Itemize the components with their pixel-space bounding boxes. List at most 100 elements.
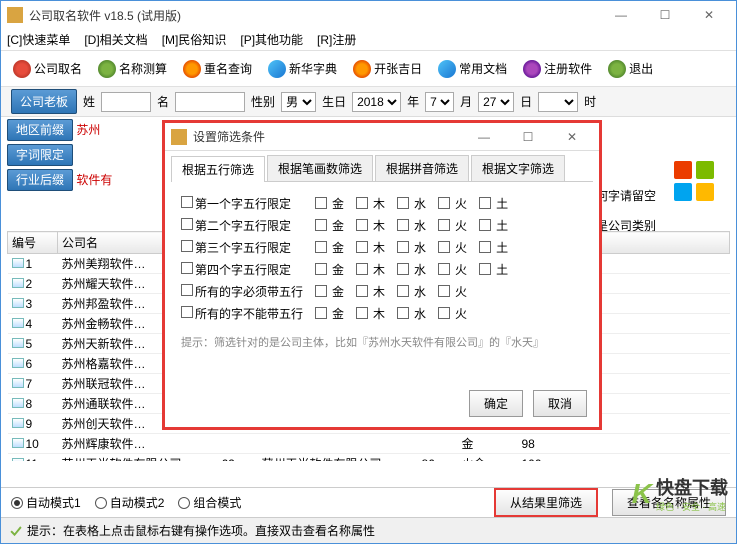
prefix-value: 苏州 [76,123,100,137]
refresh-icon [183,60,201,78]
toolbar: 公司取名 名称测算 重名查询 新华字典 开张吉日 常用文档 注册软件 退出 [1,51,736,87]
sex-select[interactable]: 男 [281,92,316,112]
elem-checkbox[interactable]: 木 [356,195,385,212]
flag-icon [268,60,286,78]
tab-wuxing[interactable]: 根据五行筛选 [171,156,265,182]
elem-checkbox[interactable]: 木 [356,239,385,256]
year-select[interactable]: 2018 [352,92,401,112]
main-titlebar: 公司取名软件 v18.5 (试用版) — ☐ ✕ [1,1,736,29]
elem-checkbox[interactable]: 土 [479,239,508,256]
dlg-close-button[interactable]: ✕ [551,126,593,148]
filter-checkbox[interactable]: 第四个字五行限定 [181,261,311,278]
elem-checkbox[interactable]: 金 [315,305,344,322]
suffix-button[interactable]: 行业后缀 [7,169,73,191]
dlg-ok-button[interactable]: 确定 [469,390,523,417]
table-row[interactable]: 11苏州天尚软件有限公司62蘇州天尚軟件有限公司86火金100 [8,454,730,462]
pen-icon [523,60,541,78]
menubar: [C]快速菜单 [D]相关文档 [M]民俗知识 [P]其他功能 [R]注册 [1,29,736,51]
day-select[interactable]: 27 [478,92,514,112]
mode1-radio[interactable]: 自动模式1 [11,494,81,511]
mode3-radio[interactable]: 组合模式 [178,494,241,511]
mode2-radio[interactable]: 自动模式2 [95,494,165,511]
filter-checkbox[interactable]: 所有的字必须带五行 [181,283,311,300]
tb-company-name[interactable]: 公司取名 [7,57,88,81]
dialog-title: 设置筛选条件 [193,128,463,145]
close-button[interactable]: ✕ [688,4,730,26]
name-input[interactable] [175,92,245,112]
filter-row: 所有的字不能带五行金木水火 [181,302,583,324]
dlg-minimize-button[interactable]: — [463,126,505,148]
menu-quick[interactable]: [C]快速菜单 [7,31,70,48]
elem-checkbox[interactable]: 木 [356,261,385,278]
elem-checkbox[interactable]: 火 [438,305,467,322]
elem-checkbox[interactable]: 木 [356,305,385,322]
dialog-tabs: 根据五行筛选 根据笔画数筛选 根据拼音筛选 根据文字筛选 [171,155,593,182]
dlg-cancel-button[interactable]: 取消 [533,390,587,417]
elem-checkbox[interactable]: 金 [315,261,344,278]
menu-register[interactable]: [R]注册 [317,31,356,48]
tb-dup-check[interactable]: 重名查询 [177,57,258,81]
tb-common-docs[interactable]: 常用文档 [432,57,513,81]
elem-checkbox[interactable]: 火 [438,195,467,212]
elem-checkbox[interactable]: 水 [397,217,426,234]
filter-checkbox[interactable]: 第三个字五行限定 [181,239,311,256]
filter-checkbox[interactable]: 第二个字五行限定 [181,217,311,234]
elem-checkbox[interactable]: 火 [438,217,467,234]
suffix-value: 软件有 [76,173,112,187]
elem-checkbox[interactable]: 水 [397,305,426,322]
filter-row: 第三个字五行限定金木水火土 [181,236,583,258]
tb-register[interactable]: 注册软件 [517,57,598,81]
filter-row: 第一个字五行限定金木水火土 [181,192,583,214]
month-select[interactable]: 7 [425,92,454,112]
elem-checkbox[interactable]: 木 [356,283,385,300]
birth-label: 生日 [322,93,346,110]
elem-checkbox[interactable]: 火 [438,239,467,256]
tb-lucky-date[interactable]: 开张吉日 [347,57,428,81]
elem-checkbox[interactable]: 金 [315,283,344,300]
maximize-button[interactable]: ☐ [644,4,686,26]
elem-checkbox[interactable]: 水 [397,283,426,300]
menu-other[interactable]: [P]其他功能 [240,31,303,48]
left-panel: 地区前缀 苏州 字词限定 行业后缀 软件有 [7,121,112,188]
tb-exit[interactable]: 退出 [602,57,659,81]
menu-folk[interactable]: [M]民俗知识 [162,31,227,48]
filter-checkbox[interactable]: 第一个字五行限定 [181,195,311,212]
elem-checkbox[interactable]: 土 [479,217,508,234]
arrow-icon [98,60,116,78]
filter-row: 第二个字五行限定金木水火土 [181,214,583,236]
elem-checkbox[interactable]: 金 [315,195,344,212]
elem-checkbox[interactable]: 水 [397,239,426,256]
prefix-button[interactable]: 地区前缀 [7,119,73,141]
status-text: 提示：在表格上点击鼠标右键有操作选项。直接双击查看名称属性 [27,522,375,539]
tb-dictionary[interactable]: 新华字典 [262,57,343,81]
elem-checkbox[interactable]: 火 [438,261,467,278]
tab-strokes[interactable]: 根据笔画数筛选 [267,155,373,181]
surname-input[interactable] [101,92,151,112]
table-row[interactable]: 10苏州辉康软件…金98 [8,434,730,454]
elem-checkbox[interactable]: 土 [479,195,508,212]
bottom-bar: 自动模式1 自动模式2 组合模式 从结果里筛选 查看各名称属性 [1,487,736,517]
elem-checkbox[interactable]: 金 [315,217,344,234]
elem-checkbox[interactable]: 水 [397,195,426,212]
tab-text[interactable]: 根据文字筛选 [471,155,565,181]
filter-results-button[interactable]: 从结果里筛选 [494,488,598,517]
tb-name-test[interactable]: 名称测算 [92,57,173,81]
col-id[interactable]: 编号 [8,232,58,254]
dlg-maximize-button[interactable]: ☐ [507,126,549,148]
doc-icon [438,60,456,78]
filter-checkbox[interactable]: 所有的字不能带五行 [181,305,311,322]
hour-select[interactable] [538,92,578,112]
menu-docs[interactable]: [D]相关文档 [84,31,147,48]
limit-button[interactable]: 字词限定 [7,144,73,166]
sex-label: 性别 [251,93,275,110]
elem-checkbox[interactable]: 木 [356,217,385,234]
elem-checkbox[interactable]: 土 [479,261,508,278]
form-row: 公司老板 姓 名 性别 男 生日 2018 年 7 月 27 日 时 [1,87,736,117]
elem-checkbox[interactable]: 火 [438,283,467,300]
tab-pinyin[interactable]: 根据拼音筛选 [375,155,469,181]
elem-checkbox[interactable]: 金 [315,239,344,256]
boss-button[interactable]: 公司老板 [11,89,77,114]
minimize-button[interactable]: — [600,4,642,26]
dialog-hint: 提示：筛选针对的是公司主体，比如『苏州水天软件有限公司』的『水天』 [181,334,583,350]
elem-checkbox[interactable]: 水 [397,261,426,278]
